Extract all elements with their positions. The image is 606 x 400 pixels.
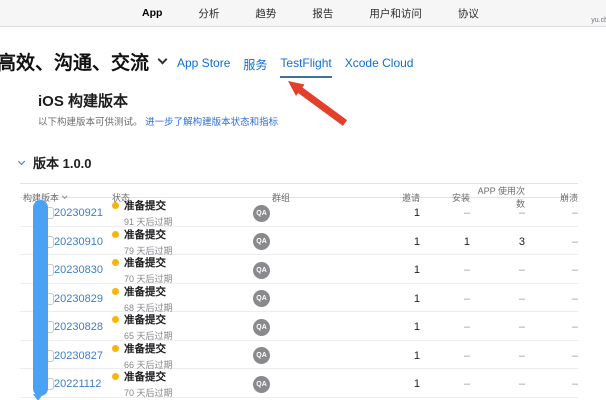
column-header-groups: 群组 [250, 191, 342, 204]
crashes-value: – [525, 207, 578, 219]
crashes-value: – [525, 293, 578, 305]
table-row[interactable]: 20230829 准备提交 68 天后过期 QA 1 – – – [20, 284, 578, 313]
invites-value: 1 [342, 378, 420, 390]
table-row[interactable]: 20230910 准备提交 79 天后过期 QA 1 1 3 – [20, 227, 578, 256]
tab-app-store[interactable]: App Store [177, 56, 230, 78]
section-title: iOS 构建版本 [38, 90, 128, 111]
installs-value: – [420, 378, 470, 390]
crashes-value: – [525, 350, 578, 362]
installs-value: – [420, 207, 470, 219]
build-status: 准备提交 [124, 284, 166, 299]
version-group-header[interactable]: 版本 1.0.0 [19, 153, 92, 172]
build-link[interactable]: 20221112 [54, 378, 112, 390]
sessions-value: – [470, 293, 525, 305]
group-qa-badge[interactable]: QA [253, 233, 270, 250]
crashes-value: – [525, 378, 578, 390]
sort-chevron-icon [62, 194, 67, 199]
installs-value: – [420, 264, 470, 276]
build-status: 准备提交 [124, 312, 166, 327]
blue-scroll-indicator[interactable] [33, 200, 48, 396]
table-row[interactable]: 20230827 准备提交 66 天后过期 QA 1 – – – [20, 341, 578, 370]
build-link[interactable]: 20230921 [54, 207, 112, 219]
group-qa-badge[interactable]: QA [253, 319, 270, 336]
section-description: 以下构建版本可供测试。 进一步了解构建版本状态和指标 [38, 114, 278, 128]
section-description-text: 以下构建版本可供测试。 [38, 117, 143, 128]
table-row[interactable]: 20221112 准备提交 70 天后过期 QA 1 – – – [20, 369, 578, 398]
group-qa-badge[interactable]: QA [253, 205, 270, 222]
installs-value: – [420, 293, 470, 305]
column-header-crashes: 崩溃 [525, 191, 578, 204]
app-tabs: App Store 服务 TestFlight Xcode Cloud [177, 56, 413, 78]
sessions-value: – [470, 321, 525, 333]
installs-value: – [420, 321, 470, 333]
sessions-value: – [470, 207, 525, 219]
invites-value: 1 [342, 321, 420, 333]
status-dot-icon [112, 202, 119, 209]
build-status: 准备提交 [124, 198, 166, 213]
build-status: 准备提交 [124, 255, 166, 270]
top-navigation: App 分析 趋势 报告 用户和访问 协议 [0, 0, 606, 27]
column-header-installs: 安装 [420, 191, 470, 204]
nav-item-analytics[interactable]: 分析 [198, 6, 219, 21]
column-header-invites: 邀请 [342, 191, 420, 204]
build-status: 准备提交 [124, 341, 166, 356]
status-dot-icon [112, 259, 119, 266]
table-row[interactable]: 20230828 准备提交 65 天后过期 QA 1 – – – [20, 312, 578, 341]
invites-value: 1 [342, 236, 420, 248]
nav-item-app[interactable]: App [142, 7, 162, 19]
crashes-value: – [525, 236, 578, 248]
status-dot-icon [112, 373, 119, 380]
status-dot-icon [112, 345, 119, 352]
version-label: 版本 1.0.0 [33, 153, 92, 172]
status-dot-icon [112, 288, 119, 295]
sessions-value: – [470, 264, 525, 276]
nav-item-users-access[interactable]: 用户和访问 [369, 6, 422, 21]
nav-item-trends[interactable]: 趋势 [255, 6, 276, 21]
sessions-value: – [470, 378, 525, 390]
build-status: 准备提交 [124, 227, 166, 242]
table-row[interactable]: 20230830 准备提交 70 天后过期 QA 1 – – – [20, 255, 578, 284]
build-expiry: 70 天后过期 [124, 386, 250, 399]
build-status: 准备提交 [124, 369, 166, 384]
tab-testflight[interactable]: TestFlight [280, 56, 331, 78]
chevron-down-icon[interactable] [158, 55, 168, 65]
tab-xcode-cloud[interactable]: Xcode Cloud [345, 56, 414, 78]
blue-scroll-indicator-tail [33, 394, 43, 400]
crashes-value: – [525, 264, 578, 276]
invites-value: 1 [342, 350, 420, 362]
sessions-value: – [470, 350, 525, 362]
app-title: 高效、沟通、交流 [0, 48, 166, 75]
nav-item-reports[interactable]: 报告 [312, 6, 333, 21]
column-header-build[interactable]: 构建版本 [20, 191, 112, 204]
builds-table: 构建版本 状态 群组 邀请 安装 APP 使用次数 崩溃 20230921 准备… [20, 183, 578, 398]
collapse-chevron-icon[interactable] [18, 157, 25, 164]
installs-value: 1 [420, 236, 470, 248]
table-header-row: 构建版本 状态 群组 邀请 安装 APP 使用次数 崩溃 [20, 183, 578, 198]
build-link[interactable]: 20230829 [54, 293, 112, 305]
account-name[interactable]: yu.ch [591, 17, 606, 24]
top-nav-items: App 分析 趋势 报告 用户和访问 协议 [142, 0, 606, 26]
app-store-connect-screen: App 分析 趋势 报告 用户和访问 协议 yu.ch 高效、沟通、交流 App… [0, 0, 606, 400]
group-qa-badge[interactable]: QA [253, 347, 270, 364]
status-dot-icon [112, 316, 119, 323]
crashes-value: – [525, 321, 578, 333]
group-qa-badge[interactable]: QA [253, 376, 270, 393]
group-qa-badge[interactable]: QA [253, 290, 270, 307]
installs-value: – [420, 350, 470, 362]
build-link[interactable]: 20230828 [54, 321, 112, 333]
learn-more-link[interactable]: 进一步了解构建版本状态和指标 [145, 117, 278, 128]
build-link[interactable]: 20230830 [54, 264, 112, 276]
nav-item-agreements[interactable]: 协议 [458, 6, 479, 21]
invites-value: 1 [342, 264, 420, 276]
build-link[interactable]: 20230910 [54, 236, 112, 248]
build-link[interactable]: 20230827 [54, 350, 112, 362]
tab-services[interactable]: 服务 [243, 56, 267, 78]
group-qa-badge[interactable]: QA [253, 262, 270, 279]
app-title-text: 高效、沟通、交流 [0, 48, 149, 75]
status-dot-icon [112, 231, 119, 238]
sessions-value: 3 [470, 236, 525, 248]
invites-value: 1 [342, 293, 420, 305]
invites-value: 1 [342, 207, 420, 219]
